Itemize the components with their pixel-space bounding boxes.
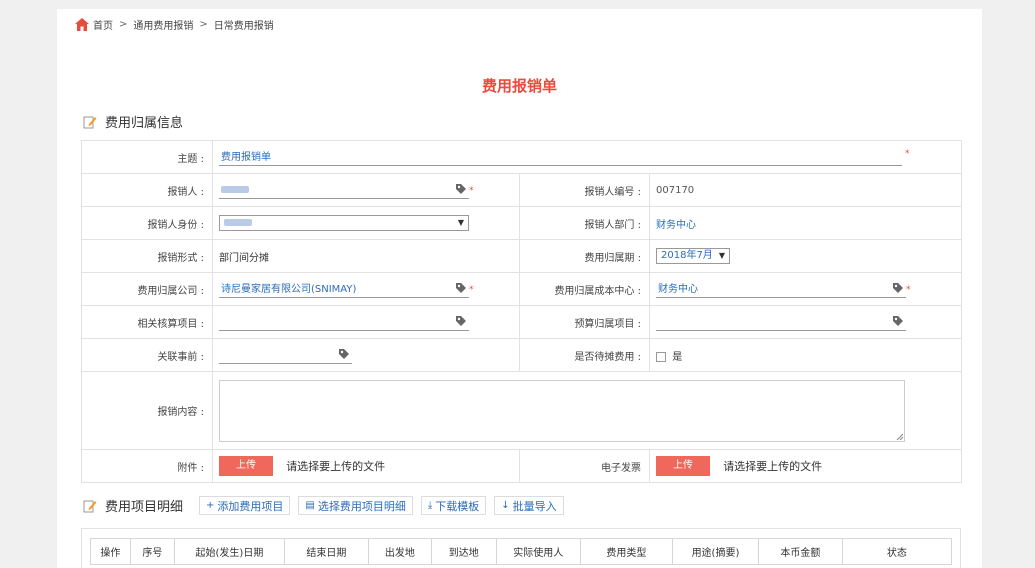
attachment-label: 附件 : (81, 449, 213, 483)
content-textarea[interactable] (219, 379, 905, 442)
tag-icon[interactable] (455, 282, 467, 294)
dropdown-caret-icon: ▼ (457, 218, 464, 227)
edit-icon (83, 500, 97, 512)
period-select[interactable]: 2018年7月 ▼ (656, 248, 730, 264)
grid-column-header[interactable]: 用途(摘要) (671, 538, 759, 565)
redacted-identity (224, 218, 252, 226)
breadcrumb: 首页 > 通用费用报销 > 日常费用报销 (75, 16, 274, 32)
page-content: 首页 > 通用费用报销 > 日常费用报销 费用报销单 费用归属信息 主题 : 费… (57, 9, 982, 568)
expense-form: 主题 : 费用报销单 * 报销人 : * 报销人编号 : 007170 报销人身… (81, 140, 963, 483)
home-icon[interactable] (75, 17, 89, 31)
grid-column-header[interactable]: 实际使用人 (495, 538, 581, 565)
select-expense-detail-label: 选择费用项目明细 (317, 499, 406, 513)
required-mark: * (469, 186, 474, 196)
reimburser-label: 报销人 : (81, 173, 213, 207)
einvoice-upload-button[interactable]: 上传 (656, 456, 710, 476)
cost-center-input[interactable]: 财务中心 (656, 281, 906, 298)
form-type-value: 部门间分摊 (212, 239, 520, 273)
breadcrumb-separator: > (199, 18, 208, 30)
expense-detail-grid: 操作 序号 起始(发生)日期 结束日期 出发地 到达地 实际使用人 费用类型 用途(摘要) 本币金… (90, 538, 953, 565)
tag-icon[interactable] (892, 315, 904, 327)
grid-column-header[interactable]: 费用类型 (579, 538, 673, 565)
section-detail-title: 费用项目明细 (105, 500, 184, 515)
required-mark: * (905, 149, 910, 159)
dropdown-caret-icon: ▼ (718, 251, 725, 260)
attachment-upload-button[interactable]: 上传 (219, 456, 273, 476)
grid-column-header[interactable]: 到达地 (430, 538, 497, 565)
tag-icon[interactable] (455, 183, 467, 195)
add-expense-item-button[interactable]: + 添加费用项目 (199, 496, 291, 515)
department-value: 财务中心 (648, 206, 963, 240)
batch-import-button[interactable]: ↓ 批量导入 (494, 496, 564, 515)
identity-select[interactable]: ▼ (219, 215, 469, 231)
related-input[interactable] (219, 347, 352, 364)
period-value: 2018年7月 (661, 250, 713, 261)
import-arrow-icon: ↓ (501, 500, 510, 511)
grid-column-header[interactable]: 本币金额 (757, 538, 843, 565)
section-attribution-title: 费用归属信息 (105, 116, 184, 131)
download-template-button[interactable]: ⤓ 下载模板 (420, 496, 487, 515)
accounting-input[interactable] (219, 314, 469, 331)
subject-input[interactable]: 费用报销单 (219, 149, 902, 166)
grid-column-header[interactable]: 序号 (129, 538, 175, 565)
required-mark: * (469, 285, 474, 295)
resize-handle-icon[interactable] (896, 433, 903, 440)
grid-column-header[interactable]: 状态 (841, 538, 953, 565)
grid-column-header[interactable]: 操作 (90, 538, 131, 565)
add-expense-item-label: 添加费用项目 (217, 499, 284, 513)
page-title: 费用报销单 (481, 77, 557, 95)
budget-label: 预算归属项目 : (519, 305, 650, 339)
related-label: 关联事前 : (81, 338, 213, 372)
department-label: 报销人部门 : (519, 206, 650, 240)
identity-label: 报销人身份 : (81, 206, 213, 240)
cost-center-value: 财务中心 (658, 283, 698, 295)
edit-icon (83, 116, 97, 128)
grid-column-header[interactable]: 结束日期 (283, 538, 369, 565)
expense-detail-grid-container: 操作 序号 起始(发生)日期 结束日期 出发地 到达地 实际使用人 费用类型 用途(摘要) 本币金… (81, 528, 961, 568)
einvoice-upload-hint: 请选择要上传的文件 (723, 460, 823, 473)
company-label: 费用归属公司 : (81, 272, 213, 306)
cost-center-label: 费用归属成本中心 : (519, 272, 650, 306)
reimburser-no-value: 007170 (648, 173, 963, 207)
redacted-name (221, 186, 249, 193)
attachment-upload-hint: 请选择要上传的文件 (286, 460, 386, 473)
einvoice-label: 电子发票 (519, 449, 650, 483)
company-value: 诗尼曼家居有限公司(SNIMAY) (221, 283, 357, 295)
batch-import-label: 批量导入 (512, 499, 557, 513)
tag-icon[interactable] (892, 282, 904, 294)
budget-input[interactable] (656, 314, 906, 331)
breadcrumb-level1[interactable]: 通用费用报销 (133, 17, 193, 32)
pending-label: 是否待摊费用 : (519, 338, 650, 372)
breadcrumb-level2: 日常费用报销 (213, 20, 274, 32)
download-icon: ⤓ (427, 500, 433, 511)
content-label: 报销内容 : (81, 371, 213, 450)
section-attribution-header: 费用归属信息 (83, 112, 183, 131)
pending-checkbox[interactable] (656, 351, 666, 362)
plus-icon: + (206, 500, 215, 511)
grid-header-row: 操作 序号 起始(发生)日期 结束日期 出发地 到达地 实际使用人 费用类型 用途(摘要) 本币金… (90, 538, 953, 565)
grid-column-header[interactable]: 出发地 (367, 538, 432, 565)
form-type-label: 报销形式 : (81, 239, 213, 273)
accounting-label: 相关核算项目 : (81, 305, 213, 339)
grid-column-header[interactable]: 起始(发生)日期 (173, 538, 285, 565)
breadcrumb-home[interactable]: 首页 (93, 17, 113, 32)
breadcrumb-separator: > (119, 18, 128, 30)
section-detail-header: 费用项目明细 + 添加费用项目 ▤ 选择费用项目明细 ⤓ 下载模板 ↓ 批量导入 (83, 496, 564, 515)
reimburser-no-label: 报销人编号 : (519, 173, 650, 207)
company-input[interactable]: 诗尼曼家居有限公司(SNIMAY) (219, 281, 469, 298)
period-label: 费用归属期 : (519, 239, 650, 273)
download-template-label: 下载模板 (435, 499, 480, 513)
tag-icon[interactable] (338, 348, 350, 360)
select-list-icon: ▤ (305, 500, 315, 511)
pending-option-label: 是 (672, 351, 683, 363)
subject-label: 主题 : (81, 140, 213, 174)
reimburser-input[interactable] (219, 182, 469, 199)
tag-icon[interactable] (455, 315, 467, 327)
select-expense-detail-button[interactable]: ▤ 选择费用项目明细 (298, 496, 413, 515)
required-mark: * (906, 285, 911, 295)
